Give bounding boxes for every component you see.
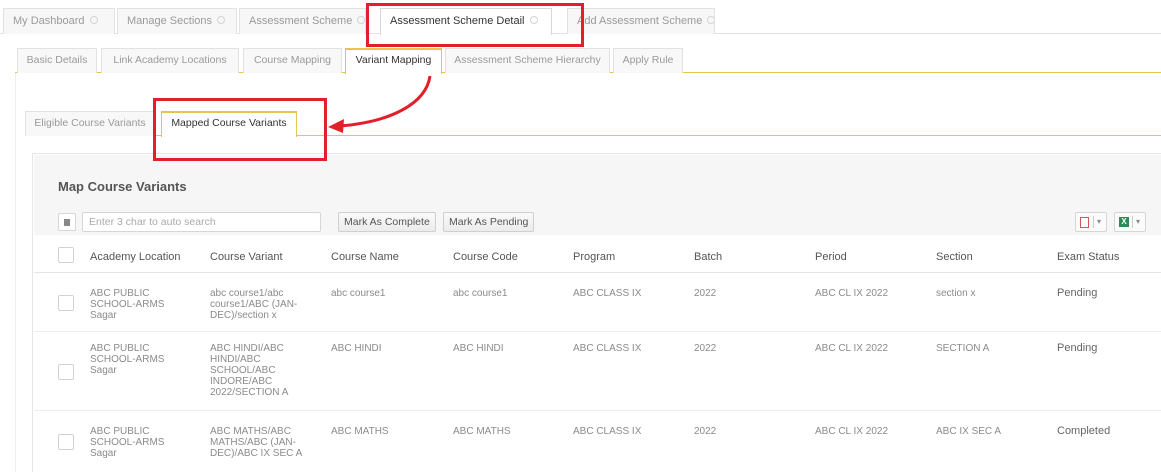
row-checkbox[interactable] <box>58 364 74 380</box>
program-cell: ABC CLASS IX <box>573 288 642 299</box>
table-row[interactable]: ABC PUBLIC SCHOOL-ARMS Sagar ABC HINDI/A… <box>34 333 1161 411</box>
chevron-down-icon: ▾ <box>1136 217 1141 226</box>
academy-location-cell: ABC PUBLIC SCHOOL-ARMS Sagar <box>90 426 165 459</box>
tab-label: Link Academy Locations <box>113 54 227 66</box>
table-row[interactable]: ABC PUBLIC SCHOOL-ARMS Sagar abc course1… <box>34 274 1161 332</box>
tab-label: Assessment Scheme Hierarchy <box>454 54 601 66</box>
tab-label: Variant Mapping <box>355 54 432 66</box>
batch-cell: 2022 <box>694 426 717 437</box>
close-icon[interactable] <box>529 16 538 25</box>
column-header[interactable]: Academy Location <box>90 251 181 263</box>
tab-label: Basic Details <box>26 54 88 66</box>
tab-assessment-scheme-detail[interactable]: Assessment Scheme Detail <box>380 8 552 35</box>
mark-as-pending-button[interactable]: Mark As Pending <box>443 212 535 232</box>
tab-eligible-course-variants[interactable]: Eligible Course Variants <box>25 111 155 136</box>
tab-variant-mapping[interactable]: Variant Mapping <box>345 48 442 74</box>
course-name-cell: ABC HINDI <box>331 343 382 354</box>
grid-toolbar: Mark As Complete Mark As Pending ▾ X ▾ <box>34 211 1161 235</box>
tab-assessment-scheme[interactable]: Assessment Scheme <box>239 8 366 34</box>
pdf-export-button[interactable]: ▾ <box>1075 212 1107 232</box>
tab-manage-sections[interactable]: Manage Sections <box>117 8 237 34</box>
course-variant-cell: ABC MATHS/ABC MATHS/ABC (JAN-DEC)/ABC IX… <box>210 426 303 459</box>
exam-status-cell: Pending <box>1057 287 1098 299</box>
close-icon[interactable] <box>707 16 714 25</box>
course-code-cell: abc course1 <box>453 288 508 299</box>
excel-export-button[interactable]: X ▾ <box>1114 212 1146 232</box>
tab-label: Mapped Course Variants <box>171 117 287 129</box>
select-all-checkbox[interactable] <box>58 247 74 263</box>
academy-location-cell: ABC PUBLIC SCHOOL-ARMS Sagar <box>90 288 165 321</box>
button-divider <box>1132 216 1133 228</box>
exam-status-cell: Completed <box>1057 425 1111 437</box>
period-cell: ABC CL IX 2022 <box>815 288 889 299</box>
column-header[interactable]: Period <box>815 251 847 263</box>
close-icon[interactable] <box>89 16 98 25</box>
course-variant-cell: ABC HINDI/ABC HINDI/ABC SCHOOL/ABC INDOR… <box>210 343 289 398</box>
course-variant-cell: abc course1/abc course1/ABC (JAN-DEC)/se… <box>210 288 298 321</box>
button-divider <box>1093 216 1094 228</box>
period-cell: ABC CL IX 2022 <box>815 343 889 354</box>
close-icon[interactable] <box>357 16 365 25</box>
tab-label: Apply Rule <box>622 54 674 66</box>
exam-status-cell: Pending <box>1057 342 1098 354</box>
course-name-cell: abc course1 <box>331 288 386 299</box>
search-input[interactable] <box>82 212 321 232</box>
tab-link-academy-locations[interactable]: Link Academy Locations <box>101 48 239 73</box>
tab-label: Assessment Scheme Detail <box>390 15 525 27</box>
tab-my-dashboard[interactable]: My Dashboard <box>3 8 115 34</box>
tab-basic-details[interactable]: Basic Details <box>17 48 97 73</box>
pdf-icon <box>1080 217 1089 228</box>
clear-filter-icon[interactable] <box>58 213 76 231</box>
batch-cell: 2022 <box>694 288 717 299</box>
section-cell: ABC IX SEC A <box>936 426 1002 437</box>
column-header[interactable]: Course Name <box>331 251 399 263</box>
tab-label: My Dashboard <box>13 15 85 27</box>
tab-label: Course Mapping <box>253 54 332 66</box>
tab-mapped-course-variants[interactable]: Mapped Course Variants <box>161 111 297 137</box>
chevron-down-icon: ▾ <box>1097 217 1102 226</box>
tab-label: Add Assessment Scheme <box>577 15 703 27</box>
section-cell: SECTION A <box>936 343 990 354</box>
tab-assessment-scheme-hierarchy[interactable]: Assessment Scheme Hierarchy <box>445 48 610 73</box>
panel-border <box>15 73 16 472</box>
section-cell: section x <box>936 288 976 299</box>
column-header[interactable]: Program <box>573 251 615 263</box>
excel-icon: X <box>1119 217 1129 227</box>
column-header[interactable]: Batch <box>694 251 722 263</box>
program-cell: ABC CLASS IX <box>573 343 642 354</box>
tab-apply-rule[interactable]: Apply Rule <box>613 48 683 73</box>
course-name-cell: ABC MATHS <box>331 426 389 437</box>
panel-title: Map Course Variants <box>58 179 187 194</box>
tab-add-assessment-scheme[interactable]: Add Assessment Scheme <box>567 8 715 34</box>
mark-as-complete-button[interactable]: Mark As Complete <box>338 212 436 232</box>
column-header[interactable]: Course Variant <box>210 251 283 263</box>
program-cell: ABC CLASS IX <box>573 426 642 437</box>
period-cell: ABC CL IX 2022 <box>815 426 889 437</box>
course-code-cell: ABC HINDI <box>453 343 504 354</box>
column-header[interactable]: Section <box>936 251 973 263</box>
close-icon[interactable] <box>217 16 225 25</box>
table-header: Academy Location Course Variant Course N… <box>34 241 1161 273</box>
panel-header: Map Course Variants <box>34 155 1161 211</box>
column-header[interactable]: Exam Status <box>1057 251 1119 263</box>
academy-location-cell: ABC PUBLIC SCHOOL-ARMS Sagar <box>90 343 165 376</box>
tab-label: Eligible Course Variants <box>34 117 146 129</box>
variant-tab-bar: Eligible Course Variants Mapped Course V… <box>25 111 1161 137</box>
tab-course-mapping[interactable]: Course Mapping <box>243 48 342 73</box>
row-checkbox[interactable] <box>58 295 74 311</box>
detail-tab-bar: Basic Details Link Academy Locations Cou… <box>15 48 1161 74</box>
batch-cell: 2022 <box>694 343 717 354</box>
tab-label: Manage Sections <box>127 15 212 27</box>
table-row[interactable]: ABC PUBLIC SCHOOL-ARMS Sagar ABC MATHS/A… <box>34 412 1161 472</box>
course-code-cell: ABC MATHS <box>453 426 511 437</box>
tab-label: Assessment Scheme <box>249 15 353 27</box>
row-checkbox[interactable] <box>58 434 74 450</box>
column-header[interactable]: Course Code <box>453 251 518 263</box>
map-course-variants-panel: Map Course Variants Mark As Complete Mar… <box>32 153 1161 472</box>
